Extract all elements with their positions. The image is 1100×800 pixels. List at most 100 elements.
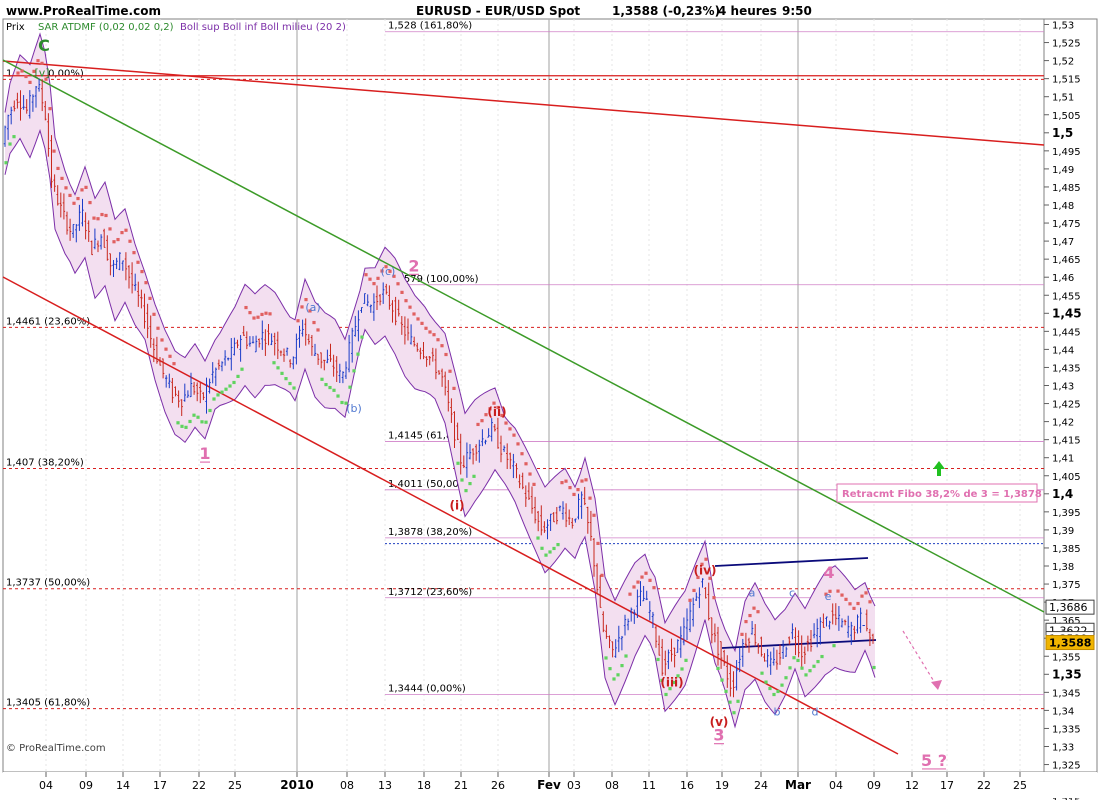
sar-dot: [724, 689, 728, 693]
x-tick-label: 09: [867, 779, 881, 792]
sar-dot: [156, 326, 160, 330]
sar-dot: [804, 673, 808, 677]
sar-dot: [208, 408, 212, 413]
sar-dot: [404, 299, 408, 303]
x-tick-label: 21: [454, 779, 468, 792]
sar-dot: [472, 474, 476, 478]
sar-dot: [180, 424, 184, 428]
sar-dot: [92, 216, 96, 220]
sar-dot: [372, 282, 376, 286]
sar-dot: [628, 592, 632, 596]
sar-dot: [56, 166, 60, 171]
fib-level-label: 1,3405 (61,80%): [6, 698, 90, 709]
sar-dot: [300, 305, 304, 309]
y-tick-label: 1,41: [1052, 454, 1074, 465]
fib-level-label: 1,528 (161,80%): [388, 21, 472, 32]
wave-label: d: [812, 705, 819, 718]
y-tick-label: 1,34: [1052, 706, 1074, 717]
sar-dot: [608, 667, 612, 671]
wave-label: (c): [381, 265, 396, 278]
sar-dot: [108, 227, 112, 231]
sar-dot: [504, 421, 508, 425]
fib-level-label: 1,3878 (38,20%): [388, 527, 472, 538]
sar-dot: [680, 667, 684, 671]
sar-dot: [184, 425, 188, 429]
sar-dot: [812, 664, 816, 668]
sar-dot: [556, 543, 560, 547]
sar-dot: [688, 598, 692, 602]
sar-dot: [808, 669, 812, 673]
sar-dot: [640, 575, 644, 579]
sar-dot: [152, 312, 156, 316]
sar-dot: [464, 489, 468, 493]
y-tick-label: 1,495: [1052, 147, 1081, 158]
y-tick-label: 1,395: [1052, 508, 1081, 519]
sar-dot: [772, 692, 776, 697]
sar-dot: [348, 385, 352, 389]
sar-dot: [328, 385, 332, 390]
fibo-annotation-text: Retracmt Fibo 38,2% de 3 = 1,3878: [842, 489, 1042, 500]
y-tick-label: 1,38: [1052, 562, 1074, 573]
sar-dot: [360, 335, 364, 339]
sar-dot: [168, 354, 172, 358]
sar-dot: [428, 330, 432, 334]
sar-dot: [176, 421, 180, 425]
sar-dot: [856, 601, 860, 606]
y-tick-label: 1,33: [1052, 743, 1074, 754]
sar-dot: [440, 344, 444, 348]
sar-dot: [764, 680, 768, 684]
sar-dot: [476, 422, 480, 427]
y-tick-label: 1,345: [1052, 688, 1081, 699]
sar-dot: [116, 237, 120, 242]
wave-label: C: [38, 36, 50, 55]
sar-dot: [860, 594, 864, 598]
wave-label: (i): [449, 499, 464, 513]
sar-dot: [652, 586, 656, 590]
x-axis: 04 09 14 17 22 25 2010 08 13 18 21 26 Fev 03 08 11 16 19 2…: [3, 772, 1097, 798]
site-name: www.ProRealTime.com: [6, 4, 161, 18]
sar-dot: [252, 316, 256, 320]
sar-dot: [616, 673, 620, 677]
sar-dot: [592, 513, 596, 517]
sar-dot: [424, 326, 428, 330]
sar-dot: [240, 367, 244, 371]
y-tick-label: 1,445: [1052, 327, 1081, 338]
y-tick-label: 1,405: [1052, 472, 1081, 483]
x-tick-label: Fev: [537, 778, 561, 792]
y-tick-label: 1,46: [1052, 273, 1074, 284]
x-tick-label: 08: [340, 779, 354, 792]
sar-dot: [124, 228, 128, 232]
y-tick-label: 1,45: [1052, 306, 1082, 320]
legend-bollinger: Boll sup Boll inf Boll milieu (20 2): [180, 22, 346, 33]
sar-dot: [96, 217, 100, 221]
sar-dot: [532, 482, 536, 486]
sar-dot: [852, 606, 856, 610]
sar-dot: [172, 362, 176, 366]
sar-dot: [332, 388, 336, 392]
sar-dot: [340, 400, 344, 405]
sar-dot: [400, 290, 404, 294]
sar-dot: [760, 671, 764, 675]
sar-dot: [468, 481, 472, 486]
wave-label: 5 ?: [921, 751, 947, 770]
sar-dot: [848, 602, 852, 606]
sar-dot: [868, 600, 872, 604]
sar-dot: [444, 352, 448, 357]
sar-dot: [448, 369, 452, 373]
sar-dot: [320, 377, 324, 381]
x-tick-label: 13: [378, 779, 392, 792]
x-tick-label: 16: [680, 779, 694, 792]
sar-dot: [508, 427, 512, 431]
sar-dot: [160, 338, 164, 342]
sar-dot: [788, 666, 792, 670]
x-tick-label: 25: [228, 779, 242, 792]
sar-dot: [656, 657, 660, 662]
sar-dot: [268, 312, 272, 316]
y-tick-label: 1,51: [1052, 93, 1074, 104]
sar-dot: [596, 541, 600, 546]
fib-level-label: 1,3737 (50,00%): [6, 578, 90, 589]
sar-dot: [136, 260, 140, 264]
sar-dot: [64, 186, 68, 190]
y-tick-label: 1,385: [1052, 544, 1081, 555]
sar-dot: [148, 296, 152, 300]
